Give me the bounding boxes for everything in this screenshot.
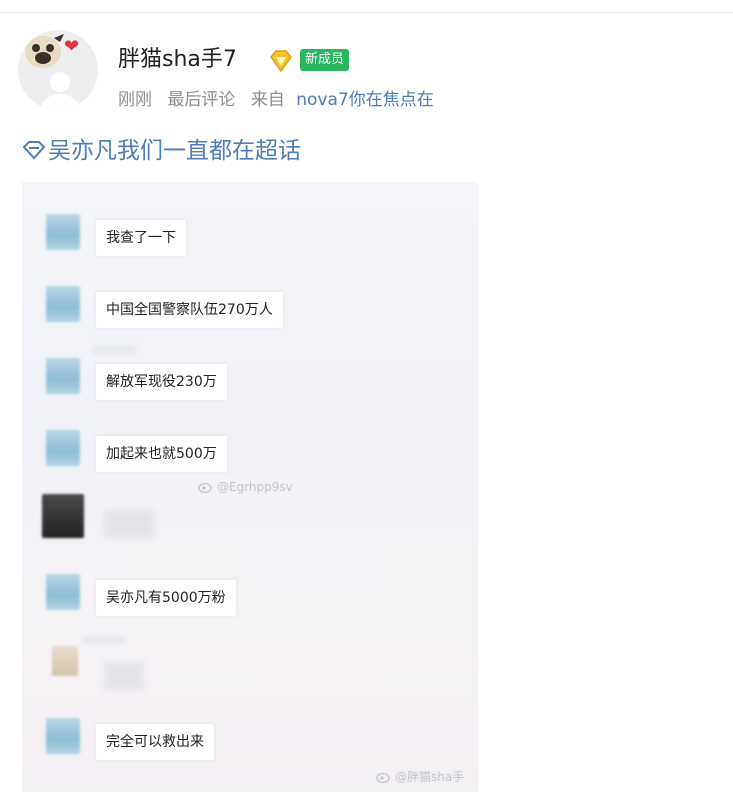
blurred-content (104, 510, 154, 538)
weibo-watermark-icon (376, 772, 390, 783)
chat-message: 中国全国警察队伍270万人 (22, 280, 478, 336)
chat-avatar (46, 214, 80, 250)
chat-avatar (46, 718, 80, 754)
chat-bubble: 完全可以救出来 (96, 724, 214, 760)
vip-diamond-icon[interactable] (268, 48, 294, 74)
chat-bubble: 加起来也就500万 (96, 436, 227, 472)
username[interactable]: 胖猫sha手7 (118, 45, 237, 75)
avatar[interactable] (18, 30, 98, 110)
post-image[interactable]: 我查了一下 中国全国警察队伍270万人 解放军现役230万 加起来也就500万 … (22, 182, 478, 792)
chat-message (22, 636, 478, 696)
post-status: 最后评论 (167, 90, 236, 110)
image-watermark: @胖猫sha手 (376, 768, 464, 785)
chat-message: 我查了一下 (22, 208, 478, 264)
blurred-content (104, 662, 144, 690)
chat-message: 吴亦凡有5000万粉 (22, 568, 478, 624)
chat-message (22, 488, 478, 544)
chat-message: 完全可以救出来 (22, 712, 478, 768)
blurred-name (82, 636, 126, 644)
topic-diamond-icon (22, 141, 46, 160)
chat-bubble: 中国全国警察队伍270万人 (96, 292, 283, 328)
chat-message: 加起来也就500万 (22, 424, 478, 480)
topic-link[interactable]: 吴亦凡我们一直都在超话 (22, 134, 301, 168)
chat-bubble: 我查了一下 (96, 220, 186, 256)
chat-bubble: 解放军现役230万 (96, 364, 227, 400)
chat-avatar (52, 646, 78, 676)
post-meta: 刚刚 最后评论 来自 nova7你在焦点在 (118, 88, 434, 112)
heart-icon: ❤ (64, 36, 80, 57)
chat-avatar (46, 574, 80, 610)
top-divider (0, 12, 733, 13)
chat-avatar (42, 494, 84, 538)
source-prefix: 来自 (250, 90, 285, 110)
chat-avatar (46, 286, 80, 322)
blurred-name (92, 346, 136, 354)
topic-text: 吴亦凡我们一直都在超话 (48, 138, 301, 164)
new-member-badge: 新成员 (300, 49, 350, 71)
post-time: 刚刚 (118, 90, 152, 110)
pug-avatar-icon (22, 34, 64, 68)
chat-message: 解放军现役230万 (22, 346, 478, 408)
chat-bubble: 吴亦凡有5000万粉 (96, 580, 236, 616)
user-silhouette-icon (40, 72, 80, 110)
chat-avatar (46, 358, 80, 394)
source-link[interactable]: nova7你在焦点在 (296, 90, 433, 110)
chat-avatar (46, 430, 80, 466)
